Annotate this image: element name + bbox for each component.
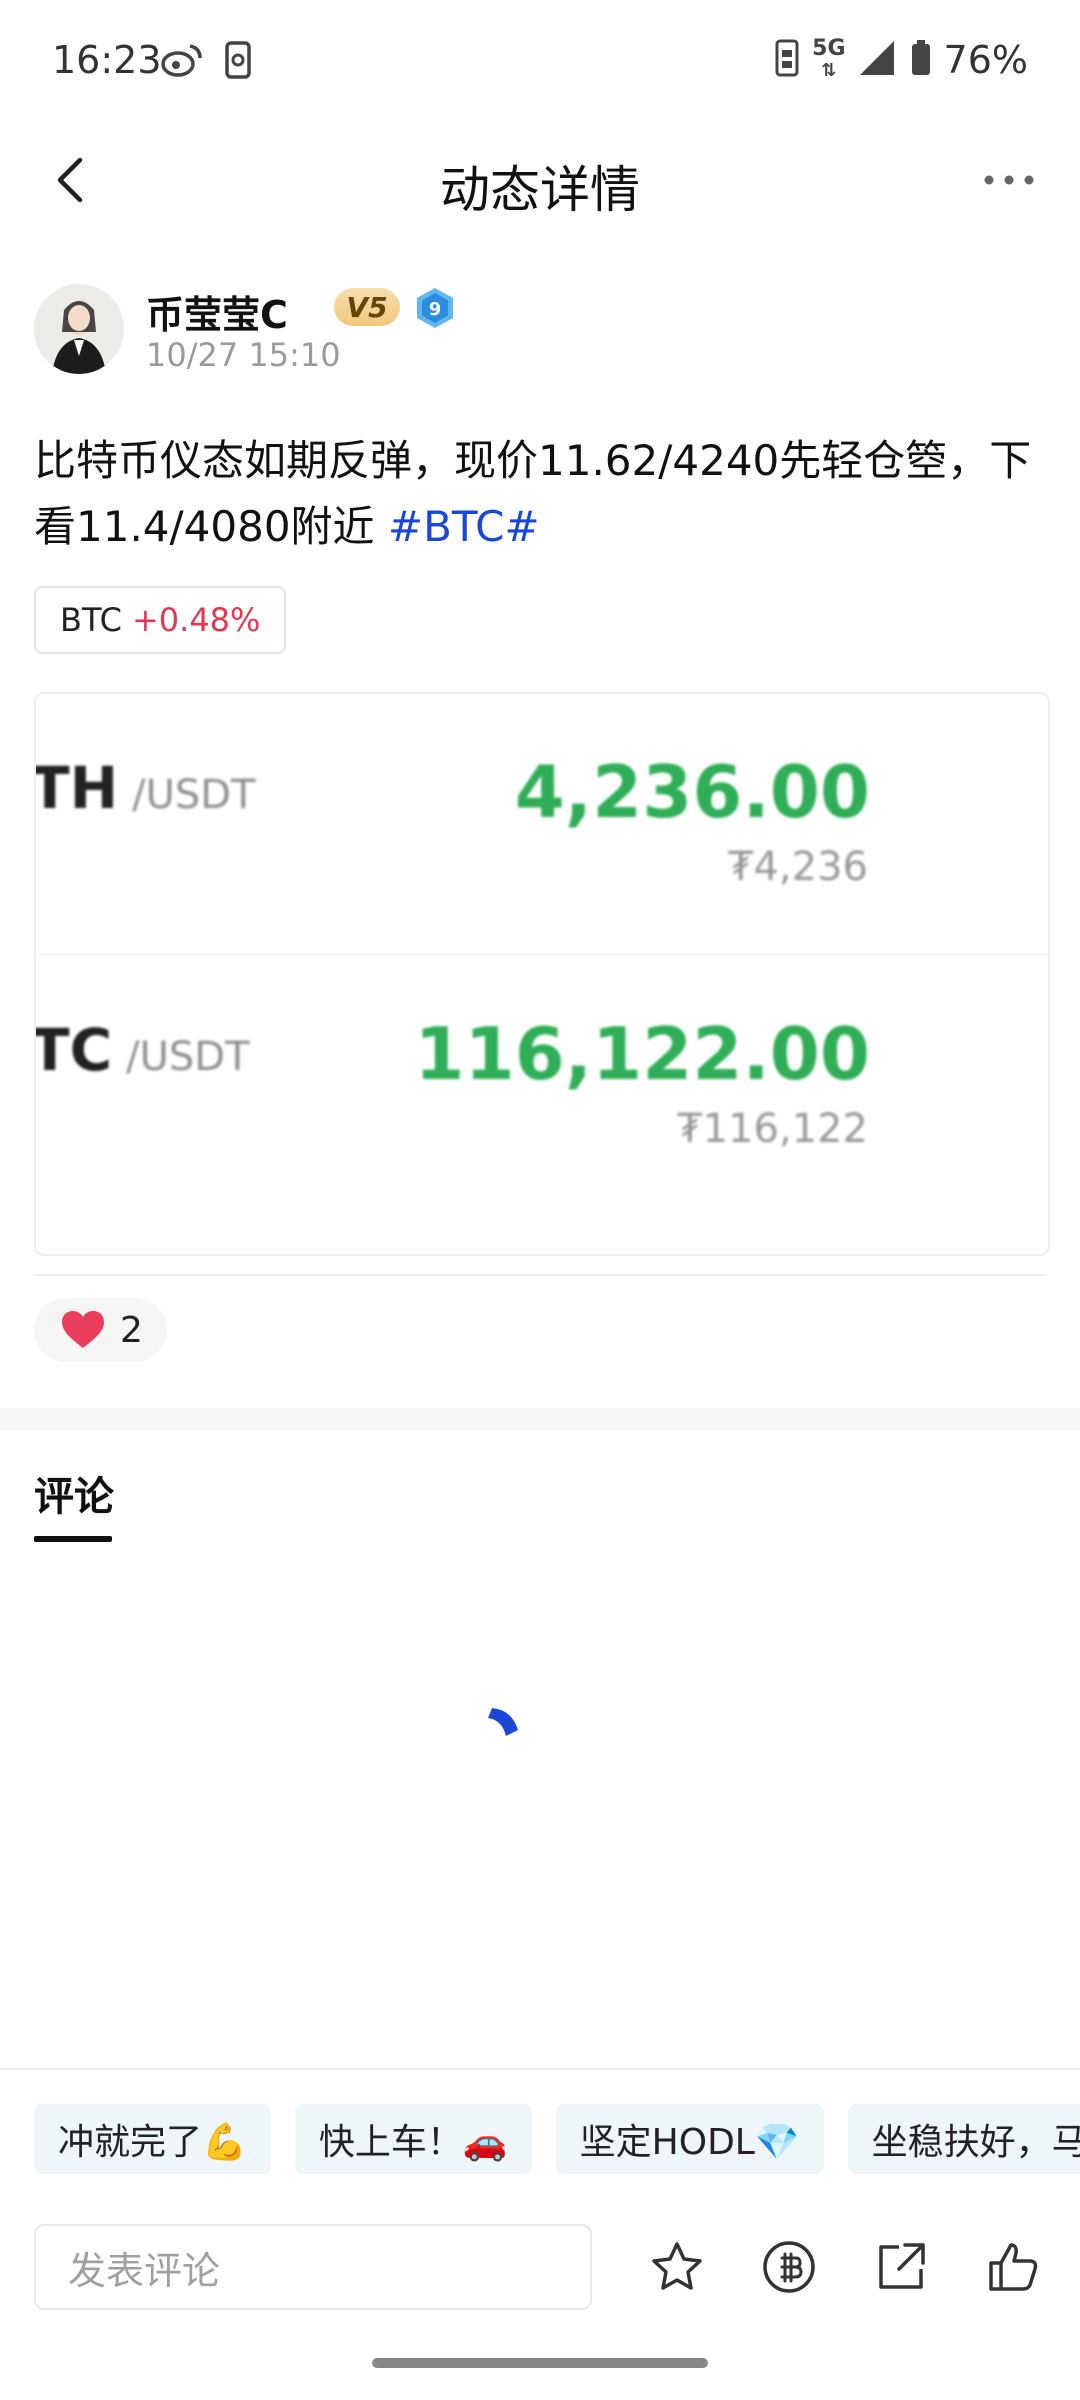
level-badge: 9 — [414, 286, 456, 330]
status-bar: 16:23 5G ⇅ 76% — [0, 0, 1080, 120]
status-right: 5G ⇅ 76% — [774, 38, 1028, 82]
post-author: 币莹莹C V5 9 10/27 15:10 — [34, 284, 1044, 380]
like-post-button[interactable] — [982, 2236, 1044, 2298]
sim-icon — [774, 38, 800, 82]
avatar-image — [34, 284, 124, 374]
comment-input[interactable]: 发表评论 — [34, 2224, 592, 2310]
coin-symbol: BTC — [60, 601, 122, 639]
divider — [34, 1274, 1046, 1276]
ticker-fiat-price: ₮4,236 — [728, 844, 868, 890]
ticker-pair: TH/USDT — [34, 754, 256, 822]
tip-button[interactable] — [758, 2236, 820, 2298]
pair-base: TH — [34, 754, 119, 822]
ticker-row: TC/USDT 116,122.00 ₮116,122 — [36, 956, 1048, 1216]
pair-quote: /USDT — [126, 1034, 250, 1080]
tab-indicator — [34, 1536, 112, 1542]
heart-icon — [62, 1311, 104, 1348]
favorite-button[interactable] — [646, 2236, 708, 2298]
quick-replies: 冲就完了💪 快上车！🚗 坚定HODL💎 坐稳扶好，马 — [34, 2104, 1080, 2174]
status-time: 16:23 — [52, 38, 162, 82]
home-indicator[interactable] — [372, 2358, 708, 2368]
share-icon — [879, 2243, 925, 2289]
quick-reply-divider — [0, 2068, 1080, 2070]
hexagon-level-icon: 9 — [417, 288, 453, 328]
tip-icon — [763, 2241, 815, 2293]
battery-icon — [910, 39, 932, 81]
coin-change: +0.48% — [131, 601, 261, 639]
loading-spinner — [488, 1700, 532, 1744]
post-image[interactable]: TH/USDT 4,236.00 ₮4,236 TC/USDT 116,122.… — [34, 692, 1050, 1256]
quick-reply-chip[interactable]: 冲就完了💪 — [34, 2104, 271, 2174]
weibo-icon — [160, 40, 204, 84]
page-title: 动态详情 — [440, 161, 640, 219]
spinner-icon — [488, 1708, 518, 1736]
share-button[interactable] — [870, 2236, 932, 2298]
pair-base: TC — [34, 1016, 113, 1084]
author-name[interactable]: 币莹莹C — [146, 284, 288, 339]
battery-level: 76% — [943, 38, 1028, 82]
post-detail-screen: 16:23 5G ⇅ 76% 动态详情 币莹莹C V5 9 10/27 15:1… — [0, 0, 1080, 2400]
network-5g: 5G ⇅ — [812, 36, 846, 82]
ticker-price: 4,236.00 — [514, 750, 870, 834]
svg-text:9: 9 — [429, 299, 442, 320]
pair-quote: /USDT — [132, 772, 256, 818]
quick-reply-chip[interactable]: 坐稳扶好，马 — [847, 2104, 1080, 2174]
vip-badge: V5 — [334, 288, 400, 326]
star-icon — [652, 2242, 702, 2290]
phone-sync-icon — [222, 40, 256, 86]
thumbs-up-icon — [989, 2243, 1038, 2291]
ticker-pair: TC/USDT — [34, 1016, 250, 1084]
like-button[interactable]: 2 — [34, 1298, 167, 1362]
quick-reply-chip[interactable]: 快上车！🚗 — [294, 2104, 532, 2174]
ticker-row: TH/USDT 4,236.00 ₮4,236 — [36, 694, 1048, 955]
avatar[interactable] — [34, 284, 124, 374]
like-count: 2 — [120, 1309, 143, 1351]
more-options-button[interactable] — [974, 150, 1044, 210]
post-content: 比特币仪态如期反弹，现价11.62/4240先轻仓箜，下看11.4/4080附近… — [34, 428, 1044, 560]
tab-comments[interactable]: 评论 — [34, 1464, 114, 1522]
app-header: 动态详情 — [0, 120, 1080, 240]
ticker-price: 116,122.00 — [414, 1012, 870, 1096]
quick-reply-chip[interactable]: 坚定HODL💎 — [555, 2104, 824, 2174]
post-time: 10/27 15:10 — [146, 336, 341, 374]
coin-tag[interactable]: BTC +0.48% — [34, 586, 287, 654]
hashtag-link[interactable]: #BTC# — [388, 502, 540, 551]
section-separator — [0, 1408, 1080, 1430]
ticker-fiat-price: ₮116,122 — [677, 1106, 868, 1152]
more-dots-icon — [984, 175, 1034, 185]
signal-icon — [858, 39, 898, 81]
